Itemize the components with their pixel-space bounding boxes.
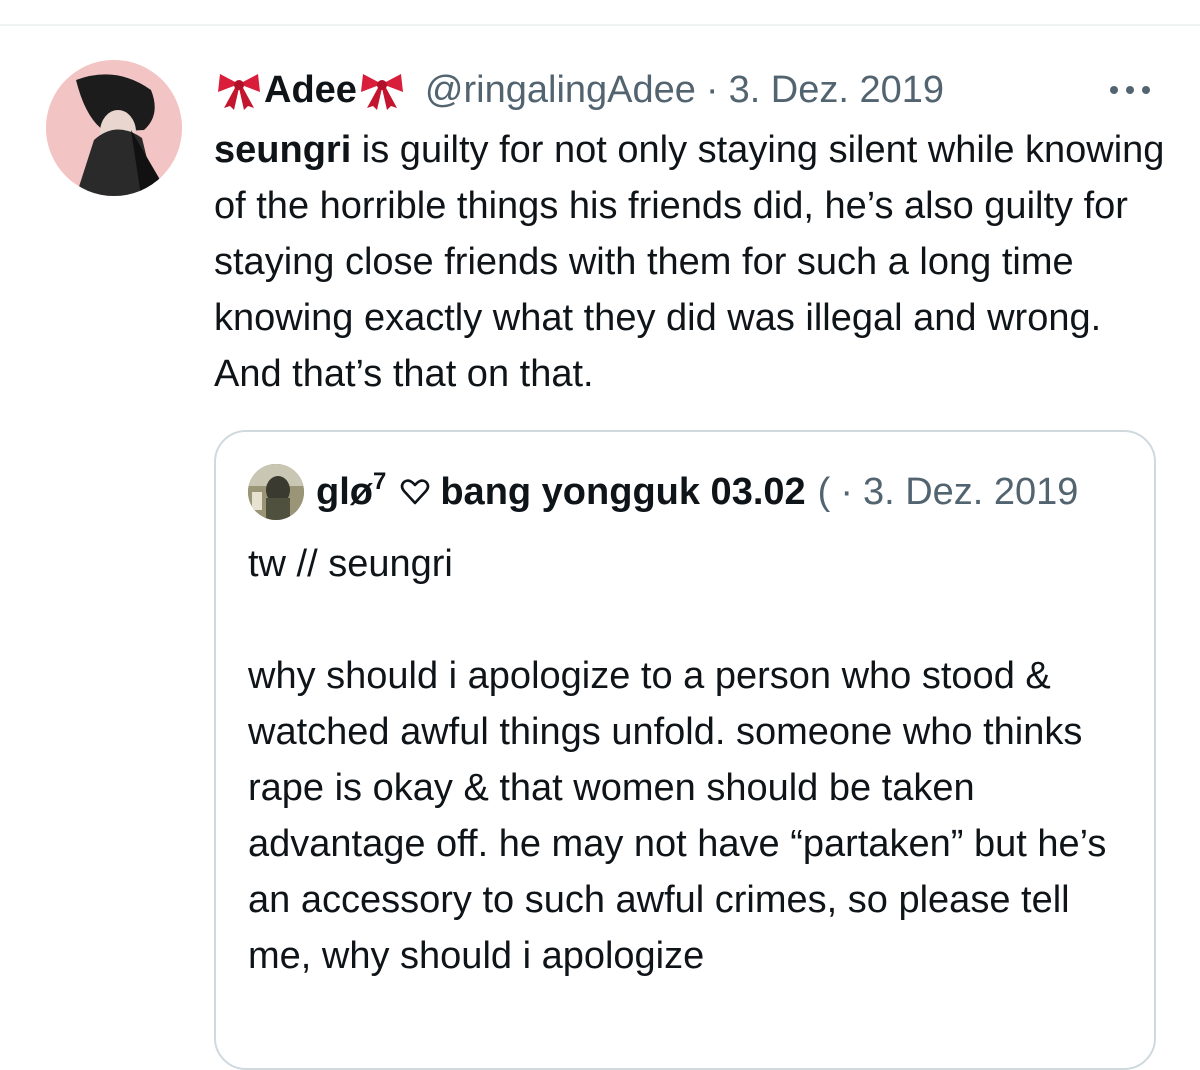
tweet[interactable]: Adee @ringalingAdee · 3. Dez. 2019 seung… [0,0,1200,1070]
dot [1110,86,1118,94]
tweet-text: seungri is guilty for not only staying s… [214,122,1174,402]
ribbon-bow-icon [360,74,403,110]
separator-dot: · [705,69,719,111]
tweet-header: Adee @ringalingAdee · 3. Dez. 2019 [214,66,944,114]
avatar[interactable] [46,60,182,196]
quoted-name-superscript: 7 [372,468,387,495]
tweet-text-body: is guilty for not only staying silent wh… [214,129,1165,395]
quoted-tweet-header: glø 7 bang yongguk 03.02 ( · 3. Dez. 2019 [248,464,1128,520]
dot [1142,86,1150,94]
quoted-display-name: glø 7 bang yongguk 03.02 [316,468,806,514]
tweet-date[interactable]: 3. Dez. 2019 [729,66,944,114]
ribbon-bow-icon [218,74,260,110]
heart-outline-icon [401,479,430,505]
display-name-text: Adee [264,69,357,111]
quoted-tweet-card[interactable]: glø 7 bang yongguk 03.02 ( · 3. Dez. 2019… [214,430,1156,1070]
quoted-handle-truncated: ( [817,470,831,513]
quoted-tweet-date: 3. Dez. 2019 [862,470,1079,513]
tweet-text-bold: seungri [214,129,352,171]
quoted-separator-dot: · [840,470,853,513]
more-options-icon[interactable] [1106,78,1154,102]
user-handle[interactable]: @ringalingAdee [425,66,696,114]
display-name[interactable]: Adee [214,66,407,114]
quoted-name-suffix: bang yongguk 03.02 [440,470,806,513]
quoted-avatar [248,464,304,520]
dot [1126,86,1134,94]
quoted-tweet-text: tw // seungri why should i apologize to … [248,543,1107,977]
quoted-name-text: glø [316,470,373,513]
